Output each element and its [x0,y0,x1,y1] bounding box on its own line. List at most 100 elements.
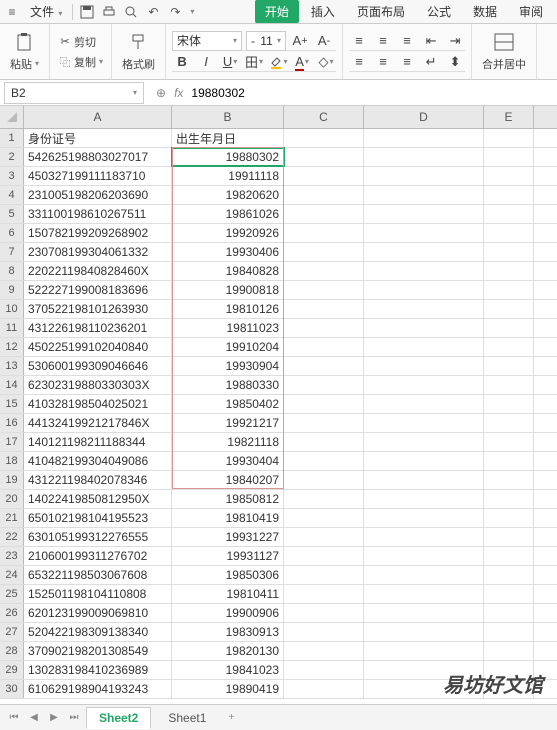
cell[interactable]: 620123199009069810 [24,604,172,622]
cell[interactable]: 19900906 [172,604,284,622]
cell[interactable] [484,623,534,641]
cell[interactable] [284,338,364,356]
paste-icon[interactable] [14,31,36,53]
merge-button[interactable]: 合并居中 [480,55,528,73]
cell[interactable]: 150782199209268902 [24,224,172,242]
cell[interactable] [284,661,364,679]
cell[interactable] [364,205,484,223]
cell[interactable]: 230708199304061332 [24,243,172,261]
align-middle-icon[interactable]: ≡ [373,31,393,51]
cell[interactable]: 62302319880330303X [24,376,172,394]
row-header[interactable]: 7 [0,243,24,261]
col-header-d[interactable]: D [364,106,484,128]
cell[interactable] [484,376,534,394]
cell[interactable] [284,642,364,660]
cell[interactable] [284,148,364,166]
cell[interactable] [284,281,364,299]
cell[interactable] [364,319,484,337]
cell[interactable] [484,547,534,565]
row-header[interactable]: 12 [0,338,24,356]
row-header[interactable]: 5 [0,205,24,223]
cell[interactable] [284,395,364,413]
sheet-tab-sheet1[interactable]: Sheet1 [155,707,219,729]
tab-data[interactable]: 数据 [463,0,507,23]
cell[interactable] [484,148,534,166]
cell[interactable]: 19931227 [172,528,284,546]
cell[interactable] [284,490,364,508]
cell[interactable] [364,528,484,546]
row-header[interactable]: 15 [0,395,24,413]
font-name-select[interactable]: 宋体▾ [172,31,242,51]
row-header[interactable]: 19 [0,471,24,489]
row-header[interactable]: 1 [0,129,24,147]
row-header[interactable]: 29 [0,661,24,679]
cell[interactable]: 140121198211188344 [24,433,172,451]
cell[interactable] [284,623,364,641]
align-right-icon[interactable]: ≡ [397,52,417,72]
cell[interactable] [284,414,364,432]
cell[interactable] [484,471,534,489]
cell[interactable] [364,414,484,432]
cell[interactable] [364,357,484,375]
cell[interactable] [284,528,364,546]
cell[interactable] [484,167,534,185]
cell[interactable] [484,338,534,356]
cell[interactable] [364,224,484,242]
cell[interactable]: 19930904 [172,357,284,375]
cell[interactable] [364,585,484,603]
underline-button[interactable]: U▾ [220,52,240,72]
merge-icon[interactable] [493,31,515,53]
save-icon[interactable] [79,4,95,20]
cell[interactable]: 650102198104195523 [24,509,172,527]
cell[interactable]: 14022419850812950X [24,490,172,508]
cell[interactable] [364,338,484,356]
cell[interactable] [364,566,484,584]
cell[interactable] [364,395,484,413]
cell[interactable] [484,452,534,470]
redo-icon[interactable]: ↷ [167,4,183,20]
cell[interactable] [284,205,364,223]
highlight-button[interactable]: ◇▾ [316,52,336,72]
cell[interactable] [284,433,364,451]
print-icon[interactable] [101,4,117,20]
cell[interactable]: 19820130 [172,642,284,660]
row-header[interactable]: 6 [0,224,24,242]
cell[interactable]: 450225199102040840 [24,338,172,356]
cell[interactable]: 450327199111183710 [24,167,172,185]
row-header[interactable]: 30 [0,680,24,698]
cell[interactable] [284,167,364,185]
cell[interactable] [284,585,364,603]
indent-decrease-icon[interactable]: ⇤ [421,31,441,51]
sheet-tab-sheet2[interactable]: Sheet2 [86,707,151,729]
cell[interactable]: 19931127 [172,547,284,565]
paste-button[interactable]: 粘贴▾ [8,55,41,73]
cell[interactable]: 19840828 [172,262,284,280]
cell[interactable]: 19911118 [172,167,284,185]
cell[interactable] [484,528,534,546]
cell[interactable] [284,224,364,242]
add-sheet-button[interactable]: + [223,710,239,726]
cell[interactable] [364,452,484,470]
tab-start[interactable]: 开始 [255,0,299,23]
cell[interactable]: 19900818 [172,281,284,299]
formula-input[interactable] [191,86,549,100]
cell[interactable] [364,167,484,185]
cell[interactable]: 19930404 [172,452,284,470]
cell[interactable]: 520422198309138340 [24,623,172,641]
cell[interactable]: 630105199312276555 [24,528,172,546]
cell[interactable]: 身份证号 [24,129,172,147]
row-header[interactable]: 18 [0,452,24,470]
cell[interactable] [364,604,484,622]
cell[interactable]: 19830913 [172,623,284,641]
sheet-nav-last[interactable]: ⏭ [66,710,82,726]
cell[interactable]: 19840207 [172,471,284,489]
row-header[interactable]: 23 [0,547,24,565]
row-header[interactable]: 14 [0,376,24,394]
col-header-a[interactable]: A [24,106,172,128]
row-header[interactable]: 4 [0,186,24,204]
row-header[interactable]: 21 [0,509,24,527]
qa-dropdown[interactable]: ▾ [190,7,194,16]
row-header[interactable]: 20 [0,490,24,508]
cell[interactable]: 出生年月日 [172,129,284,147]
row-header[interactable]: 25 [0,585,24,603]
